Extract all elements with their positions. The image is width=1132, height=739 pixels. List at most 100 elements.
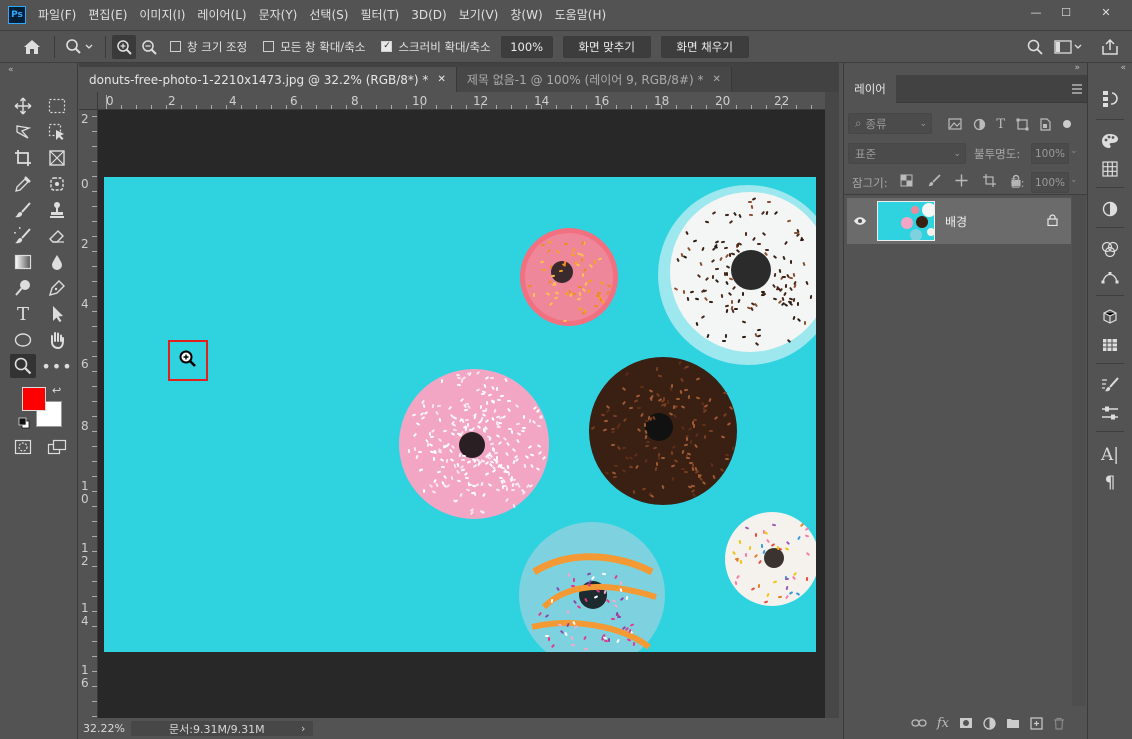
menu-filter[interactable]: 필터(T): [354, 0, 405, 30]
move-tool-icon[interactable]: [10, 94, 36, 118]
adjustment-filter-icon[interactable]: [973, 118, 986, 131]
paths-panel-icon[interactable]: [1098, 265, 1122, 289]
zoom-tool-preset-icon[interactable]: [61, 35, 99, 59]
collapse-toolbar-icon[interactable]: «: [8, 65, 14, 75]
opacity-input[interactable]: 100%: [1031, 143, 1069, 164]
fit-screen-button[interactable]: 화면 맞추기: [562, 35, 651, 58]
timeline-panel-icon[interactable]: [1098, 333, 1122, 357]
maximize-button[interactable]: ☐: [1051, 3, 1081, 21]
menu-type[interactable]: 문자(Y): [253, 0, 304, 30]
opacity-dropdown-icon[interactable]: ⌄: [1070, 146, 1078, 156]
color-panel-icon[interactable]: [1098, 129, 1122, 153]
workspace-icon[interactable]: [1052, 35, 1086, 59]
menu-select[interactable]: 선택(S): [303, 0, 354, 30]
pen-tool-icon[interactable]: [44, 276, 70, 300]
zoom-level[interactable]: 32.22%: [83, 722, 127, 735]
3d-panel-icon[interactable]: [1098, 305, 1122, 329]
type-tool-icon[interactable]: T: [10, 302, 36, 326]
search-icon[interactable]: [1024, 35, 1046, 59]
zoom-out-mode-icon[interactable]: [136, 35, 162, 59]
menu-window[interactable]: 창(W): [504, 0, 548, 30]
tab-donuts-document[interactable]: donuts-free-photo-1-2210x1473.jpg @ 32.2…: [79, 67, 457, 92]
vertical-ruler[interactable]: 2 0 2 4 6 8 10 12 14 16: [79, 110, 98, 718]
new-layer-icon[interactable]: [1030, 716, 1043, 730]
delete-layer-icon[interactable]: [1053, 717, 1065, 730]
zoom-in-mode-icon[interactable]: [112, 34, 136, 59]
object-select-tool-icon[interactable]: [44, 120, 70, 144]
quick-mask-icon[interactable]: [10, 435, 36, 459]
eraser-tool-icon[interactable]: [44, 224, 70, 248]
filter-toggle-icon[interactable]: [1062, 119, 1072, 129]
menu-file[interactable]: 파일(F): [32, 0, 82, 30]
close-window-button[interactable]: ✕: [1086, 3, 1126, 21]
layers-scrollbar[interactable]: [1072, 195, 1086, 706]
document-size-info[interactable]: 문서:9.31M/9.31M: [131, 721, 313, 736]
zoom-all-windows-checkbox[interactable]: 모든 창 확대/축소: [263, 39, 365, 55]
hand-tool-icon[interactable]: [44, 328, 70, 352]
screen-mode-icon[interactable]: [44, 435, 70, 459]
panel-collapse-icon[interactable]: »: [1074, 63, 1080, 73]
tool-presets-icon[interactable]: [1098, 401, 1122, 425]
menu-layer[interactable]: 레이어(L): [191, 0, 252, 30]
crop-tool-icon[interactable]: [10, 146, 36, 170]
paragraph-panel-icon[interactable]: ¶: [1098, 471, 1122, 495]
ruler-origin[interactable]: [79, 92, 98, 110]
clone-stamp-tool-icon[interactable]: [44, 198, 70, 222]
layer-kind-filter[interactable]: ⌕ 종류 ⌄: [848, 113, 932, 134]
link-layers-icon[interactable]: [911, 718, 927, 728]
ellipse-tool-icon[interactable]: [10, 328, 36, 352]
channels-panel-icon[interactable]: [1098, 237, 1122, 261]
horizontal-ruler[interactable]: 0 2 4 6 8 10 12 14 16 18 20 22: [98, 92, 825, 110]
gradient-tool-icon[interactable]: [10, 250, 36, 274]
more-tools-icon[interactable]: •••: [41, 354, 71, 378]
foreground-color-swatch[interactable]: [22, 387, 46, 411]
fill-input[interactable]: 100%: [1031, 172, 1069, 193]
menu-image[interactable]: 이미지(I): [133, 0, 191, 30]
lock-transparent-icon[interactable]: [900, 174, 913, 187]
visibility-eye-icon[interactable]: [853, 215, 867, 229]
status-menu-arrow[interactable]: ›: [301, 722, 305, 735]
shape-filter-icon[interactable]: [1016, 118, 1029, 131]
brush-settings-icon[interactable]: [1098, 373, 1122, 397]
canvas-area[interactable]: [98, 110, 825, 718]
blur-tool-icon[interactable]: [44, 250, 70, 274]
layer-style-icon[interactable]: fx: [937, 716, 949, 731]
close-tab-icon[interactable]: ✕: [437, 74, 445, 85]
lock-position-icon[interactable]: [955, 174, 968, 187]
minimize-button[interactable]: —: [1021, 3, 1051, 21]
eyedropper-tool-icon[interactable]: [10, 172, 36, 196]
swatches-panel-icon[interactable]: [1098, 157, 1122, 181]
frame-tool-icon[interactable]: [44, 146, 70, 170]
donuts-photo[interactable]: [104, 177, 816, 652]
spot-healing-tool-icon[interactable]: [44, 172, 70, 196]
menu-edit[interactable]: 편집(E): [82, 0, 133, 30]
swap-colors-icon[interactable]: ↩: [52, 384, 61, 397]
tab-layers[interactable]: 레이어: [844, 75, 896, 103]
history-brush-tool-icon[interactable]: [10, 224, 36, 248]
layer-row-background[interactable]: 배경: [847, 198, 1071, 244]
zoom-100-button[interactable]: 100%: [500, 35, 553, 58]
lock-artboard-icon[interactable]: [982, 174, 996, 187]
menu-3d[interactable]: 3D(D): [405, 0, 452, 30]
character-panel-icon[interactable]: A|: [1098, 443, 1122, 467]
menu-view[interactable]: 보기(V): [453, 0, 505, 30]
close-tab-icon[interactable]: ✕: [713, 74, 721, 85]
smart-object-filter-icon[interactable]: [1039, 117, 1051, 131]
dodge-tool-icon[interactable]: [10, 276, 36, 300]
pixel-filter-icon[interactable]: [948, 118, 962, 130]
scrubby-zoom-checkbox[interactable]: ✓ 스크러비 확대/축소: [381, 39, 491, 55]
fill-screen-button[interactable]: 화면 채우기: [660, 35, 749, 58]
brush-tool-icon[interactable]: [10, 198, 36, 222]
path-selection-tool-icon[interactable]: [44, 302, 70, 326]
vertical-scrollbar[interactable]: [825, 92, 839, 718]
adjustment-layer-icon[interactable]: [983, 716, 996, 730]
zoom-tool-icon[interactable]: [10, 354, 36, 378]
home-icon[interactable]: [16, 35, 48, 59]
history-panel-icon[interactable]: [1098, 87, 1122, 111]
fill-dropdown-icon[interactable]: ⌄: [1070, 175, 1078, 185]
resize-windows-checkbox[interactable]: 창 크기 조정: [170, 39, 247, 55]
default-colors-icon[interactable]: [18, 417, 30, 432]
share-icon[interactable]: [1098, 35, 1122, 59]
menu-help[interactable]: 도움말(H): [549, 0, 613, 30]
panel-menu-icon[interactable]: [1071, 83, 1083, 97]
